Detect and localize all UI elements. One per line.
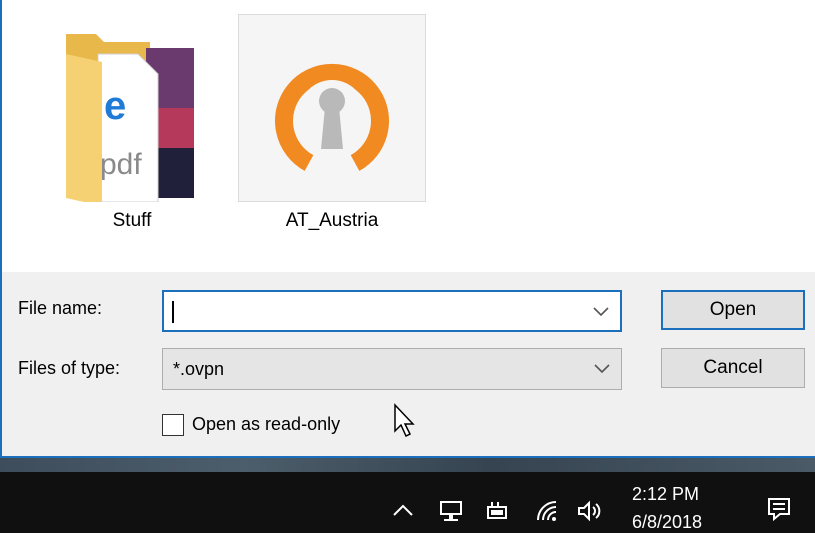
files-of-type-label: Files of type: [18,358,121,378]
file-item-name: Stuff [112,210,152,231]
file-item-tile: e pdf [38,14,226,206]
open-file-dialog: e pdf Stuff AT_Austria File name: Files … [0,0,815,458]
file-list-pane[interactable]: e pdf Stuff AT_Austria [2,0,815,272]
wifi-icon[interactable] [534,498,560,524]
read-only-checkbox[interactable] [162,414,184,436]
chevron-down-icon[interactable] [592,304,610,318]
files-of-type-value: *.ovpn [173,359,225,379]
notification-icon[interactable] [766,496,792,522]
folder-icon: e pdf [66,34,194,206]
chevron-up-icon[interactable] [390,498,416,524]
network-icon[interactable] [438,498,464,524]
volume-icon[interactable] [576,498,602,524]
battery-icon[interactable] [484,498,510,524]
open-button[interactable]: Open [661,290,805,330]
taskbar: 2:12 PM 6/8/2018 [0,458,815,533]
text-caret [172,301,174,323]
desktop-background [0,458,815,472]
cancel-button[interactable]: Cancel [661,348,805,388]
clock-time[interactable]: 2:12 PM [632,484,699,505]
openvpn-config-icon [275,63,389,171]
chevron-down-icon [594,364,610,374]
file-name-input[interactable] [162,290,622,332]
file-item-name: AT_Austria [285,210,379,231]
svg-text:pdf: pdf [100,148,142,181]
clock-date[interactable]: 6/8/2018 [632,512,702,533]
read-only-label[interactable]: Open as read-only [192,414,340,435]
svg-text:e: e [104,84,126,128]
file-item-tile-selected [238,14,426,202]
mouse-pointer-icon [394,403,415,438]
file-name-label: File name: [18,298,103,318]
files-of-type-select[interactable]: *.ovpn [162,348,622,390]
file-item-stuff[interactable]: e pdf Stuff [38,0,226,240]
file-item-at-austria[interactable]: AT_Austria [238,0,426,240]
